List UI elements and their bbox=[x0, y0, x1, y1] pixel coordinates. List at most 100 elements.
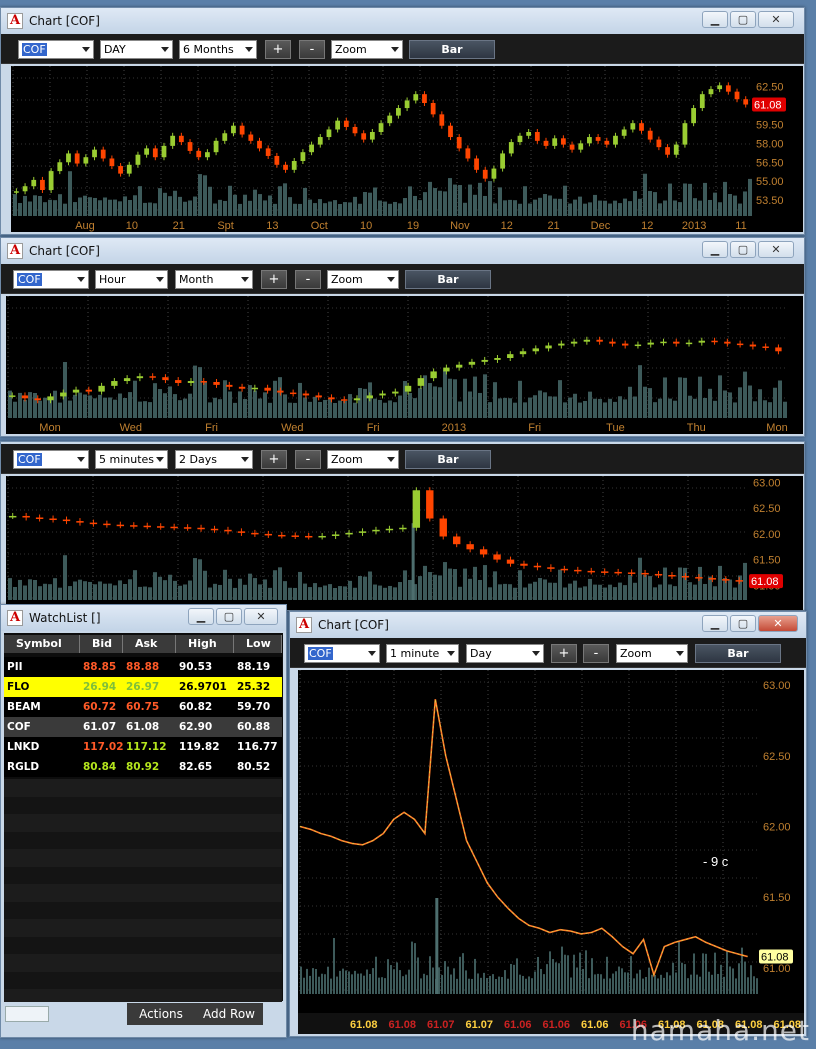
table-row[interactable]: BEAM 60.72 60.75 60.82 59.70 bbox=[4, 697, 282, 717]
zoom-select[interactable]: Zoom bbox=[327, 450, 399, 469]
zoom-select[interactable]: Zoom bbox=[327, 270, 399, 289]
chart-plot-daily[interactable]: 62.50 59.50 58.00 56.50 55.00 53.50 61.08 Aug 10… bbox=[11, 66, 803, 232]
close-icon[interactable]: ✕ bbox=[758, 615, 798, 632]
x-tick-label: 21 bbox=[547, 220, 559, 232]
chart-plot-1min[interactable]: 63.0062.5062.0061.5061.0061.083:3015:001… bbox=[298, 670, 804, 1034]
minimize-icon[interactable]: ▁ bbox=[702, 615, 728, 632]
volume-bar bbox=[684, 964, 686, 994]
maximize-icon[interactable]: ▢ bbox=[730, 241, 756, 258]
period-select[interactable]: 5 minutes bbox=[95, 450, 168, 469]
col-ask[interactable]: Ask bbox=[123, 635, 176, 653]
title-bar[interactable]: A Chart [COF] ▁ ▢ ✕ bbox=[290, 612, 806, 638]
add-row-button[interactable]: Add Row bbox=[195, 1003, 263, 1025]
actions-button[interactable]: Actions bbox=[127, 1003, 195, 1025]
volume-bar bbox=[540, 968, 542, 994]
volume-bar bbox=[555, 962, 557, 994]
zoom-in-button[interactable]: + bbox=[261, 450, 287, 469]
period-select[interactable]: DAY bbox=[100, 40, 173, 59]
volume-bar bbox=[618, 582, 622, 600]
volume-bar bbox=[408, 392, 412, 418]
cell-symbol: FLO bbox=[7, 681, 30, 693]
period-select[interactable]: Hour bbox=[95, 270, 168, 289]
zoom-select[interactable]: Zoom bbox=[616, 644, 688, 663]
bar-mode-button[interactable]: Bar bbox=[405, 270, 491, 289]
range-select[interactable]: Day bbox=[466, 644, 544, 663]
close-icon[interactable]: ✕ bbox=[758, 241, 794, 258]
table-row[interactable]: COF 61.07 61.08 62.90 60.88 bbox=[4, 717, 282, 737]
table-row[interactable]: FLO 26.94 26.97 26.9701 25.32 bbox=[4, 677, 282, 697]
col-symbol[interactable]: Symbol bbox=[4, 635, 80, 653]
maximize-icon[interactable]: ▢ bbox=[730, 11, 756, 28]
zoom-in-button[interactable]: + bbox=[265, 40, 291, 59]
bar-mode-button[interactable]: Bar bbox=[409, 40, 495, 59]
volume-bar bbox=[198, 559, 202, 600]
candle-body bbox=[673, 144, 679, 155]
volume-bar bbox=[488, 587, 492, 600]
volume-bar bbox=[564, 954, 566, 994]
volume-bar bbox=[213, 397, 217, 418]
volume-bar bbox=[348, 394, 352, 418]
candle-body bbox=[76, 521, 84, 523]
range-select[interactable]: 6 Months bbox=[179, 40, 257, 59]
chart-plot-hourly[interactable]: Mon Wed Fri Wed Fri 2013 Fri Tue Thu Mon bbox=[6, 296, 803, 434]
close-icon[interactable]: ✕ bbox=[244, 608, 278, 625]
col-low[interactable]: Low bbox=[234, 635, 282, 653]
symbol-select[interactable]: COF bbox=[13, 450, 89, 469]
table-row[interactable]: LNKD 117.02 117.12 119.82 116.77 bbox=[4, 737, 282, 757]
zoom-out-button[interactable]: - bbox=[583, 644, 609, 663]
volume-bar bbox=[420, 978, 422, 994]
table-row[interactable]: RGLD 80.84 80.92 82.65 80.52 bbox=[4, 757, 282, 777]
volume-bar bbox=[744, 961, 746, 994]
bottom-price: 61.06 bbox=[504, 1019, 532, 1031]
close-icon[interactable]: ✕ bbox=[758, 11, 794, 28]
range-select[interactable]: 2 Days bbox=[175, 450, 253, 469]
volume-bar bbox=[283, 394, 287, 418]
period-select[interactable]: 1 minute bbox=[386, 644, 459, 663]
empty-row bbox=[4, 796, 282, 815]
zoom-out-button[interactable]: - bbox=[299, 40, 325, 59]
volume-bar bbox=[638, 198, 642, 216]
chart-plot-5min[interactable]: 63.0062.5062.0061.5061.0061.08 bbox=[6, 476, 803, 610]
symbol-select[interactable]: COF bbox=[18, 40, 94, 59]
minimize-icon[interactable]: ▁ bbox=[702, 11, 728, 28]
minimize-icon[interactable]: ▁ bbox=[188, 608, 214, 625]
symbol-select[interactable]: COF bbox=[304, 644, 380, 663]
volume-bar bbox=[673, 400, 677, 418]
zoom-in-button[interactable]: + bbox=[551, 644, 577, 663]
maximize-icon[interactable]: ▢ bbox=[216, 608, 242, 625]
candle-body bbox=[682, 123, 688, 145]
x-tick-label: 2013 bbox=[682, 220, 706, 232]
cell-low: 116.77 bbox=[237, 741, 278, 753]
bar-mode-button[interactable]: Bar bbox=[405, 450, 491, 469]
volume-bar bbox=[253, 390, 257, 418]
volume-bar bbox=[381, 977, 383, 994]
table-row[interactable]: PII 88.85 88.88 90.53 88.19 bbox=[4, 657, 282, 677]
symbol-select[interactable]: COF bbox=[13, 270, 89, 289]
candle-body bbox=[426, 490, 434, 519]
title-bar[interactable]: A WatchList [] ▁ ▢ ✕ bbox=[1, 605, 286, 631]
volume-bar bbox=[78, 579, 82, 600]
zoom-select[interactable]: Zoom bbox=[331, 40, 403, 59]
scrollbar[interactable] bbox=[5, 1006, 49, 1022]
title-bar[interactable]: A Chart [COF] ▁ ▢ ✕ bbox=[1, 238, 804, 264]
candle-body bbox=[609, 341, 616, 344]
candle-body bbox=[466, 544, 474, 550]
minimize-icon[interactable]: ▁ bbox=[702, 241, 728, 258]
zoom-in-button[interactable]: + bbox=[261, 270, 287, 289]
zoom-out-button[interactable]: - bbox=[295, 450, 321, 469]
volume-bar bbox=[388, 203, 392, 216]
volume-bar bbox=[653, 402, 657, 418]
y-tick-label: 55.00 bbox=[756, 176, 784, 188]
zoom-out-button[interactable]: - bbox=[295, 270, 321, 289]
title-bar[interactable]: A Chart [COF] ▁ ▢ ✕ bbox=[1, 8, 804, 34]
maximize-icon[interactable]: ▢ bbox=[730, 615, 756, 632]
range-select[interactable]: Month bbox=[175, 270, 253, 289]
volume-bar bbox=[368, 571, 372, 600]
volume-bar bbox=[312, 968, 314, 994]
candle-body bbox=[569, 144, 575, 150]
col-high[interactable]: High bbox=[176, 635, 234, 653]
bar-mode-button[interactable]: Bar bbox=[695, 644, 781, 663]
col-bid[interactable]: Bid bbox=[80, 635, 123, 653]
candle-body bbox=[187, 381, 195, 383]
candle-body bbox=[660, 341, 667, 344]
